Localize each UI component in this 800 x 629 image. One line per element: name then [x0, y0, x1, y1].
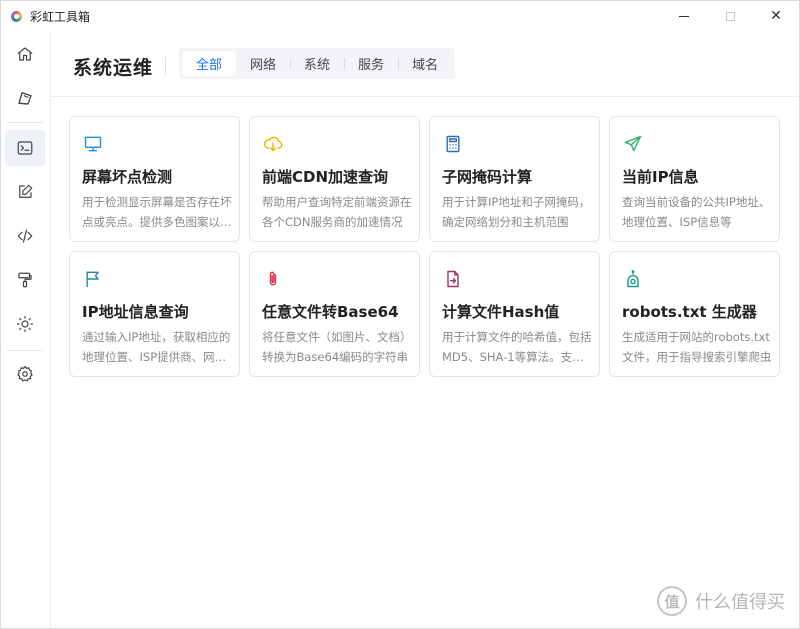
tool-card-file-hash[interactable]: 计算文件Hash值 用于计算文件的哈希值，包括MD5、SHA-1等算法。支持大文…: [429, 251, 600, 377]
calculator-icon: [443, 134, 463, 154]
sidebar-divider: [7, 122, 43, 123]
minimize-button[interactable]: [661, 1, 707, 31]
window-controls: ✕: [661, 1, 799, 31]
tool-card-current-ip[interactable]: 当前IP信息 查询当前设备的公共IP地址、地理位置、ISP信息等: [609, 116, 780, 242]
card-title: 屏幕坏点检测: [82, 168, 173, 186]
card-description: 通过输入IP地址，获取相应的地理位置、ISP提供商、网络类型等: [82, 330, 231, 364]
card-description: 将任意文件（如图片、文档）转换为Base64编码的字符串: [262, 330, 412, 364]
card-title: 计算文件Hash值: [442, 303, 560, 321]
card-title: 任意文件转Base64: [262, 303, 399, 321]
maximize-button[interactable]: [707, 1, 753, 31]
card-description: 用于计算文件的哈希值，包括MD5、SHA-1等算法。支持大文件: [442, 330, 592, 364]
tool-card-cdn-query[interactable]: 前端CDN加速查询 帮助用户查询特定前端资源在各个CDN服务商的加速情况: [249, 116, 420, 242]
tab-network[interactable]: 网络: [236, 51, 290, 76]
close-button[interactable]: ✕: [753, 1, 799, 31]
sidebar-item-dev[interactable]: [5, 218, 45, 254]
flag-icon: [83, 269, 103, 289]
code-icon: [17, 229, 33, 243]
card-description: 生成适用于网站的robots.txt文件，用于指导搜索引擎爬虫: [622, 330, 772, 364]
sidebar-item-ops[interactable]: [5, 130, 45, 166]
sun-icon: [16, 315, 34, 333]
app-logo-icon: [11, 10, 22, 22]
gear-icon: [17, 365, 33, 382]
card-description: 帮助用户查询特定前端资源在各个CDN服务商的加速情况: [262, 195, 412, 229]
robot-icon: [623, 269, 643, 289]
edit-icon: [19, 184, 33, 198]
title-divider: [165, 57, 166, 75]
palette-icon: [18, 92, 32, 105]
card-title: robots.txt 生成器: [622, 303, 757, 321]
page-title: 系统运维: [73, 57, 154, 79]
maximize-icon: [725, 11, 735, 21]
category-tabs: 全部 网络 系统 服务 域名: [179, 48, 456, 79]
tab-system[interactable]: 系统: [290, 51, 344, 76]
close-icon: ✕: [770, 8, 782, 24]
sidebar-item-design[interactable]: [5, 80, 45, 116]
monitor-icon: [83, 134, 103, 154]
header-divider: [51, 96, 799, 97]
tool-card-ip-lookup[interactable]: IP地址信息查询 通过输入IP地址，获取相应的地理位置、ISP提供商、网络类型等: [69, 251, 240, 377]
file-import-icon: [443, 269, 463, 289]
tab-domain[interactable]: 域名: [398, 51, 452, 76]
paint-roller-icon: [18, 272, 32, 288]
tab-all[interactable]: 全部: [182, 51, 237, 76]
card-title: IP地址信息查询: [82, 303, 189, 321]
tool-card-subnet-calc[interactable]: 子网掩码计算 用于计算IP地址和子网掩码，确定网络划分和主机范围: [429, 116, 600, 242]
terminal-icon: [17, 141, 33, 155]
app-title: 彩虹工具箱: [30, 9, 91, 24]
card-title: 前端CDN加速查询: [262, 168, 389, 186]
card-description: 用于检测显示屏幕是否存在坏点或亮点。提供多色图案以便检测: [82, 195, 232, 229]
home-icon: [17, 47, 33, 61]
tool-card-screen-pixel[interactable]: 屏幕坏点检测 用于检测显示屏幕是否存在坏点或亮点。提供多色图案以便检测: [69, 116, 240, 242]
sidebar-item-settings[interactable]: [5, 356, 45, 392]
sidebar-divider: [7, 350, 43, 351]
sidebar-item-text[interactable]: [5, 174, 45, 210]
card-title: 子网掩码计算: [442, 168, 533, 186]
send-icon: [623, 134, 643, 154]
cloud-download-icon: [263, 134, 283, 154]
sidebar-item-style[interactable]: [5, 262, 45, 298]
sidebar-item-theme[interactable]: [5, 306, 45, 342]
tool-card-file-base64[interactable]: 任意文件转Base64 将任意文件（如图片、文档）转换为Base64编码的字符串: [249, 251, 420, 377]
watermark-logo: 值: [657, 586, 687, 616]
card-description: 用于计算IP地址和子网掩码，确定网络划分和主机范围: [442, 195, 591, 229]
tool-card-robots-txt[interactable]: robots.txt 生成器 生成适用于网站的robots.txt文件，用于指导…: [609, 251, 780, 377]
watermark: 值 什么值得买: [657, 586, 785, 616]
tab-service[interactable]: 服务: [344, 51, 398, 76]
paperclip-icon: [263, 269, 283, 289]
app-window: 彩虹工具箱 ✕ 系统运维 全部 网络 系统 服务 域名 屏幕坏点检测 用于检测显…: [0, 0, 800, 629]
title-bar: 彩虹工具箱 ✕: [1, 1, 799, 31]
sidebar: [1, 31, 51, 628]
sidebar-item-home[interactable]: [5, 36, 45, 72]
card-title: 当前IP信息: [622, 168, 699, 186]
minimize-icon: [679, 15, 689, 17]
watermark-text: 什么值得买: [695, 592, 785, 613]
card-description: 查询当前设备的公共IP地址、地理位置、ISP信息等: [622, 195, 771, 229]
